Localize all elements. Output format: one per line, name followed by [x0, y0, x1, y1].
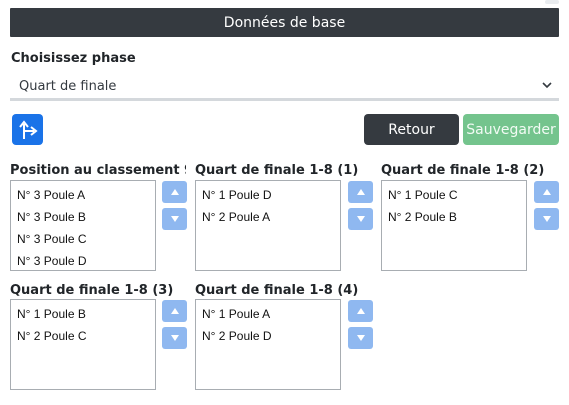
triangle-up-icon — [356, 189, 365, 195]
list-item[interactable]: N° 3 Poule D — [11, 250, 155, 272]
triangle-down-icon — [170, 216, 179, 222]
triangle-down-icon — [356, 335, 365, 341]
move-up-button[interactable] — [348, 181, 373, 203]
group-listbox[interactable]: N° 3 Poule A N° 3 Poule B N° 3 Poule C N… — [10, 180, 156, 271]
list-item[interactable]: N° 2 Poule C — [11, 325, 155, 347]
triangle-down-icon — [356, 216, 365, 222]
group-listbox[interactable]: N° 1 Poule C N° 2 Poule B — [381, 180, 527, 271]
swap-button[interactable] — [12, 114, 43, 145]
move-down-button[interactable] — [534, 208, 559, 230]
phase-select[interactable]: Quart de finale — [10, 75, 559, 101]
group-listbox[interactable]: N° 1 Poule B N° 2 Poule C — [10, 299, 156, 390]
list-item[interactable]: N° 1 Poule C — [382, 184, 526, 206]
list-item[interactable]: N° 3 Poule A — [11, 184, 155, 206]
move-up-button[interactable] — [162, 300, 187, 322]
group-title: Quart de finale 1-8 (2) — [381, 163, 545, 178]
move-down-button[interactable] — [162, 208, 187, 230]
move-down-button[interactable] — [348, 327, 373, 349]
group-title: Quart de finale 1-8 (1) — [195, 163, 359, 178]
retour-button[interactable]: Retour — [364, 114, 459, 145]
list-item[interactable]: N° 2 Poule D — [196, 325, 340, 347]
group-listbox[interactable]: N° 1 Poule A N° 2 Poule D — [195, 299, 341, 390]
save-button[interactable]: Sauvegarder — [463, 114, 559, 145]
phase-label: Choisissez phase — [11, 51, 136, 66]
phase-select-value: Quart de finale — [19, 79, 117, 94]
swap-arrows-icon — [18, 119, 38, 139]
list-item[interactable]: N° 3 Poule C — [11, 228, 155, 250]
triangle-up-icon — [356, 308, 365, 314]
triangle-up-icon — [170, 308, 179, 314]
chevron-down-icon — [542, 82, 552, 89]
group-title: Quart de finale 1-8 (4) — [195, 283, 359, 298]
header-bar: Données de base — [10, 0, 559, 37]
group-title: Position au classement 9... — [10, 163, 186, 178]
triangle-up-icon — [542, 189, 551, 195]
triangle-down-icon — [170, 335, 179, 341]
group-listbox[interactable]: N° 1 Poule D N° 2 Poule A — [195, 180, 341, 271]
list-item[interactable]: N° 1 Poule D — [196, 184, 340, 206]
list-item[interactable]: N° 1 Poule B — [11, 303, 155, 325]
list-item[interactable]: N° 2 Poule A — [196, 206, 340, 228]
move-up-button[interactable] — [348, 300, 373, 322]
move-up-button[interactable] — [162, 181, 187, 203]
move-down-button[interactable] — [162, 327, 187, 349]
triangle-up-icon — [170, 189, 179, 195]
list-item[interactable]: N° 2 Poule B — [382, 206, 526, 228]
move-up-button[interactable] — [534, 181, 559, 203]
group-title: Quart de finale 1-8 (3) — [10, 283, 174, 298]
page-title: Données de base — [223, 14, 346, 31]
triangle-down-icon — [542, 216, 551, 222]
list-item[interactable]: N° 1 Poule A — [196, 303, 340, 325]
move-down-button[interactable] — [348, 208, 373, 230]
list-item[interactable]: N° 3 Poule B — [11, 206, 155, 228]
